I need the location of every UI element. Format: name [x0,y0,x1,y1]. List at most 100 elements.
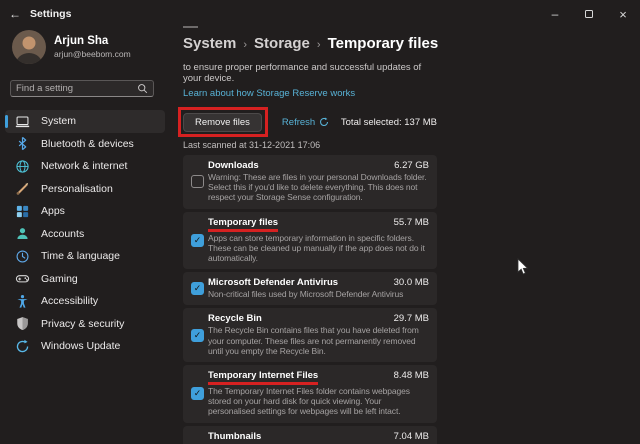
sidebar-item-label: Accessibility [41,295,99,308]
checkmark-icon: ✓ [193,329,202,340]
profile-email: arjun@beebom.com [54,49,131,59]
sidebar-item-gaming[interactable]: Gaming [5,268,165,291]
category-card: ✓ Microsoft Defender Antivirus 30.0 MB N… [183,272,437,306]
sidebar-item-accounts[interactable]: Accounts [5,223,165,246]
sidebar-item-label: Gaming [41,272,78,285]
sidebar-item-network-internet[interactable]: Network & internet [5,155,165,178]
checkmark-icon: ✓ [193,283,202,294]
toolbar: Remove files Refresh Total selected: 137… [178,106,437,138]
sidebar: Arjun Sha arjun@beebom.com System Blueto… [0,28,172,444]
remove-files-button[interactable]: Remove files [183,112,262,133]
breadcrumb-system[interactable]: System [183,35,236,52]
sidebar-item-label: Time & language [41,250,120,263]
category-title: Downloads [208,160,259,171]
accessibility-icon [15,294,30,309]
category-size: 29.7 MB [393,313,429,325]
maximize-icon[interactable] [572,0,606,28]
mouse-cursor [517,258,529,276]
category-description: The Recycle Bin contains files that you … [208,325,419,356]
category-description: Apps can store temporary information in … [208,232,425,264]
search-input[interactable] [16,83,137,94]
user-profile[interactable]: Arjun Sha arjun@beebom.com [12,30,131,64]
refresh-label: Refresh [281,116,316,128]
category-size: 30.0 MB [393,277,429,289]
temp-files-list: ✓ Downloads 6.27 GB Warning: These are f… [183,155,437,444]
sidebar-item-label: Accounts [41,227,85,240]
category-description: Non-critical files used by Microsoft Def… [208,289,404,300]
main-content: System › Storage › Temporary files to ensure… [178,26,439,444]
category-size: 55.7 MB [393,216,429,228]
chevron-right-icon: › [316,39,321,51]
sidebar-item-apps[interactable]: Apps [5,200,165,223]
sidebar-item-bluetooth-devices[interactable]: Bluetooth & devices [5,133,165,156]
update-icon [15,339,30,354]
category-checkbox[interactable]: ✓ [191,282,204,296]
time-icon [15,249,30,264]
category-checkbox[interactable]: ✓ [191,387,204,401]
category-title: Temporary files [208,217,279,232]
checkmark-icon: ✓ [193,388,202,399]
checkmark-icon: ✓ [193,234,202,245]
category-card: ✓ Downloads 6.27 GB Warning: These are f… [183,155,437,209]
refresh-icon [319,117,329,127]
category-checkbox[interactable]: ✓ [191,233,204,247]
sidebar-item-personalisation[interactable]: Personalisation [5,178,165,201]
chevron-right-icon: › [243,39,248,51]
apps-icon [15,204,30,219]
refresh-button[interactable]: Refresh [282,117,329,128]
storage-reserve-link[interactable]: Learn about how Storage Reserve works [183,88,437,99]
category-size: 7.04 MB [393,430,429,442]
accounts-icon [15,226,30,241]
bluetooth-icon [15,136,30,151]
category-title: Temporary Internet Files [208,370,319,386]
network-icon [15,159,30,174]
category-description: The Temporary Internet Files folder cont… [208,386,410,417]
category-size: 6.27 GB [394,160,429,171]
intro-text: to ensure proper performance and success… [183,62,422,84]
sidebar-item-label: Windows Update [41,340,121,353]
sidebar-item-system[interactable]: System [5,110,165,133]
back-arrow-icon[interactable]: ← [0,7,30,21]
category-card: ✓ Thumbnails 7.04 MB Windows keeps a cop… [183,425,437,444]
category-card: ✓ Recycle Bin 29.7 MB The Recycle Bin co… [183,308,437,363]
privacy-icon [15,316,30,331]
close-icon[interactable]: × [606,0,640,28]
gaming-icon [15,271,30,286]
breadcrumb-storage[interactable]: Storage [254,35,310,52]
search-icon [137,83,148,94]
avatar [12,30,46,64]
category-checkbox[interactable]: ✓ [191,328,204,342]
category-card: ✓ Temporary Internet Files 8.48 MB The T… [183,365,437,423]
clipped-scrolled-content [183,26,198,28]
sidebar-item-privacy-security[interactable]: Privacy & security [5,313,165,336]
category-title: Recycle Bin [208,313,262,325]
category-checkbox[interactable]: ✓ [191,175,204,189]
personalisation-icon [15,181,30,196]
settings-window: ← Settings – × Arjun Sha arjun@beebom.co… [0,0,640,444]
sidebar-item-time-language[interactable]: Time & language [5,245,165,268]
sidebar-item-label: Network & internet [41,160,128,173]
category-card: ✓ Temporary files 55.7 MB Apps can store… [183,211,437,270]
window-title: Settings [30,8,72,20]
sidebar-item-label: Privacy & security [41,317,125,330]
total-selected: Total selected: 137 MB [340,116,437,128]
breadcrumb: System › Storage › Temporary files [183,34,439,55]
sidebar-item-accessibility[interactable]: Accessibility [5,290,165,313]
profile-name: Arjun Sha [54,35,109,47]
category-size: 8.48 MB [393,370,429,382]
minimize-icon[interactable]: – [538,0,572,28]
titlebar: ← Settings – × [0,0,640,28]
sidebar-item-label: System [41,115,77,128]
category-title: Thumbnails [208,430,262,442]
sidebar-nav: System Bluetooth & devices Network & int… [5,110,165,358]
window-controls: – × [538,0,640,28]
sidebar-item-windows-update[interactable]: Windows Update [5,335,165,358]
category-description: Warning: These are files in your persona… [208,172,427,203]
search-box[interactable] [10,80,154,97]
last-scanned: Last scanned at 31-12-2021 17:06 [183,140,321,150]
page-title: Temporary files [327,35,439,52]
system-icon [15,114,30,129]
sidebar-item-label: Personalisation [41,182,113,195]
sidebar-item-label: Apps [41,205,65,218]
category-title: Microsoft Defender Antivirus [208,277,339,289]
